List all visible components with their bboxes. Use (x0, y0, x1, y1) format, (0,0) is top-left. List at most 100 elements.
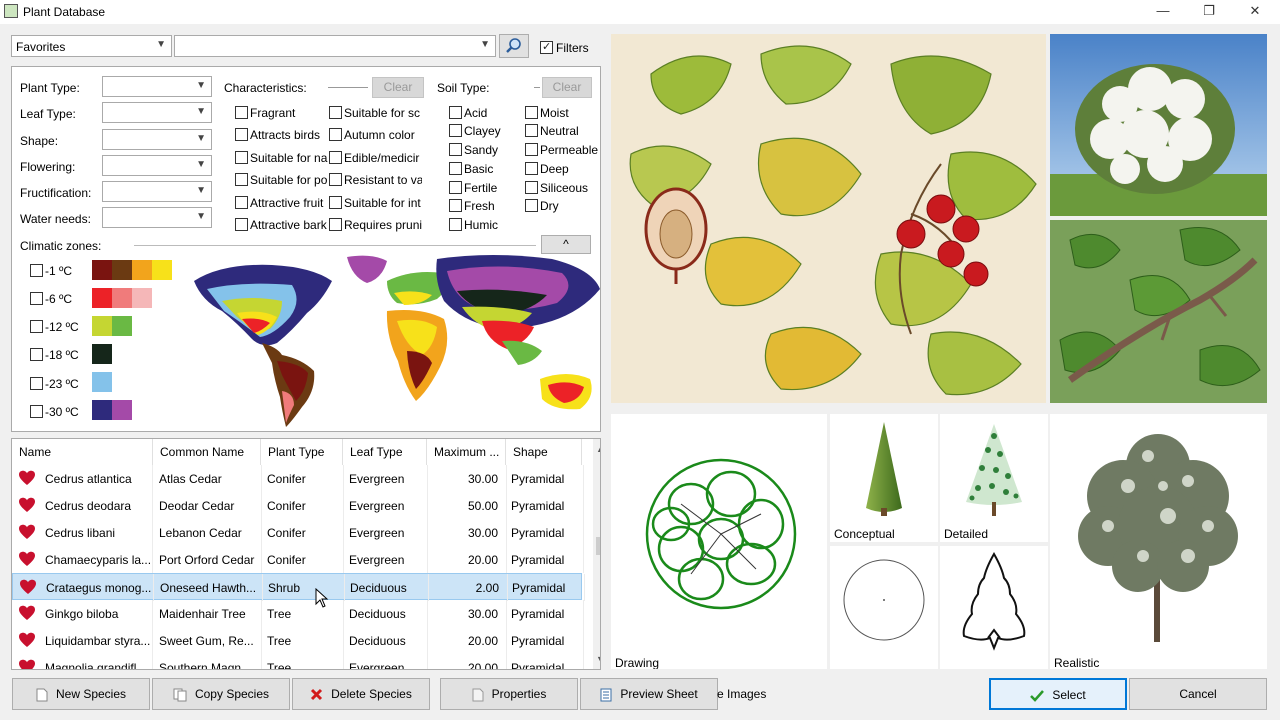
cell-leaf-type: Evergreen (349, 472, 405, 486)
table-row[interactable]: Liquidambar styra... Sweet Gum, Re... Tree… (12, 627, 584, 654)
shape-dropdown[interactable]: ▼ (102, 129, 212, 150)
siliceous-checkbox[interactable] (525, 181, 538, 194)
characteristics-clear-button[interactable]: Clear (372, 77, 424, 98)
table-row[interactable]: Cedrus atlantica Atlas Cedar Conifer Evergr… (12, 465, 584, 492)
column-separator (583, 600, 584, 627)
favorite-heart-icon[interactable] (18, 497, 36, 513)
realistic-caption: Realistic (1054, 656, 1100, 669)
column-header-maximum[interactable]: Maximum ... (427, 439, 506, 465)
fructification-dropdown[interactable]: ▼ (102, 181, 212, 202)
soil-type-label: Soil Type: (437, 81, 490, 95)
table-scrollbar[interactable]: ▲ ▼ (593, 439, 600, 669)
table-row[interactable]: Ginkgo biloba Maidenhair Tree Tree Deciduou… (12, 600, 584, 627)
attractive-fruit-checkbox[interactable] (235, 196, 248, 209)
acid-checkbox[interactable] (449, 106, 462, 119)
column-header-common-name[interactable]: Common Name (153, 439, 261, 465)
detailed-panel[interactable]: Detailed (940, 414, 1048, 542)
table-row[interactable]: Magnolia grandifl... Southern Magn... Tree… (12, 654, 584, 669)
delete-species-button[interactable]: Delete Species (292, 678, 430, 710)
table-row[interactable]: Chamaecyparis la... Port Orford Cedar Coni… (12, 546, 584, 573)
minimize-button[interactable]: — (1140, 0, 1186, 24)
elevation-symbol-panel[interactable] (940, 546, 1048, 669)
scroll-down-icon[interactable]: ▼ (596, 654, 600, 664)
column-header-leaf-type[interactable]: Leaf Type (343, 439, 427, 465)
select-button[interactable]: Select (989, 678, 1127, 710)
copy-icon (173, 688, 187, 702)
attractive-bark-checkbox[interactable] (235, 218, 248, 231)
zone-checkbox-30[interactable] (30, 405, 43, 418)
attracts-birds-checkbox[interactable] (235, 128, 248, 141)
favorite-heart-icon[interactable] (18, 659, 36, 669)
favorites-dropdown[interactable]: Favorites ▼ (11, 35, 172, 57)
scroll-thumb[interactable] (596, 537, 600, 555)
edible-medicinal-checkbox[interactable] (329, 151, 342, 164)
fragrant-checkbox[interactable] (235, 106, 248, 119)
suitable-po-checkbox[interactable] (235, 173, 248, 186)
zone-color-swatch (92, 344, 112, 364)
table-row[interactable]: Crataegus monog... Oneseed Hawth... Shrub D… (12, 573, 585, 601)
drawing-panel[interactable]: Drawing (611, 414, 827, 669)
favorite-heart-icon[interactable] (18, 551, 36, 567)
humic-checkbox[interactable] (449, 218, 462, 231)
soil-clear-button[interactable]: Clear (542, 77, 592, 98)
conceptual-panel[interactable]: Conceptual (830, 414, 938, 542)
sandy-checkbox[interactable] (449, 143, 462, 156)
plan-symbol-panel[interactable] (830, 546, 938, 669)
resistant-checkbox[interactable] (329, 173, 342, 186)
clayey-checkbox[interactable] (449, 124, 462, 137)
copy-species-button[interactable]: Copy Species (152, 678, 290, 710)
column-header-shape[interactable]: Shape (506, 439, 582, 465)
cancel-button[interactable]: Cancel (1129, 678, 1267, 710)
suitable-sc-checkbox[interactable] (329, 106, 342, 119)
table-row[interactable]: Cedrus deodara Deodar Cedar Conifer Evergre… (12, 492, 584, 519)
zone-checkbox-23[interactable] (30, 377, 43, 390)
plant-type-dropdown[interactable]: ▼ (102, 76, 212, 97)
close-button[interactable]: ✕ (1232, 0, 1278, 24)
table-row[interactable]: Cedrus libani Lebanon Cedar Conifer Evergre… (12, 519, 584, 546)
properties-button[interactable]: Properties (440, 678, 578, 710)
filters-checkbox[interactable] (540, 40, 553, 54)
select-label: Select (1052, 688, 1086, 702)
dry-checkbox[interactable] (525, 199, 538, 212)
delete-icon (311, 689, 323, 701)
deep-checkbox[interactable] (525, 162, 538, 175)
plan-circle-symbol (843, 559, 925, 641)
permeable-checkbox[interactable] (525, 143, 538, 156)
search-button[interactable] (499, 34, 529, 58)
suitable-na-checkbox[interactable] (235, 151, 248, 164)
flowering-dropdown[interactable]: ▼ (102, 155, 212, 176)
neutral-checkbox[interactable] (525, 124, 538, 137)
zone-checkbox-12[interactable] (30, 320, 43, 333)
fresh-checkbox[interactable] (449, 199, 462, 212)
branch-photo (1050, 220, 1267, 403)
column-header-plant-type[interactable]: Plant Type (261, 439, 343, 465)
basic-checkbox[interactable] (449, 162, 462, 175)
favorite-heart-icon[interactable] (18, 632, 36, 648)
fertile-checkbox[interactable] (449, 181, 462, 194)
favorite-heart-icon[interactable] (18, 605, 36, 621)
favorite-heart-icon[interactable] (19, 579, 37, 595)
favorite-heart-icon[interactable] (18, 524, 36, 540)
search-input[interactable]: ▼ (174, 35, 496, 57)
realistic-panel[interactable]: Realistic (1050, 414, 1267, 669)
autumn-color-checkbox[interactable] (329, 128, 342, 141)
zone-checkbox-18[interactable] (30, 348, 43, 361)
scroll-up-icon[interactable]: ▲ (596, 444, 600, 454)
zone-checkbox-6[interactable] (30, 292, 43, 305)
favorite-heart-icon[interactable] (18, 470, 36, 486)
zone-checkbox-1[interactable] (30, 264, 43, 277)
column-header-name[interactable]: Name (12, 439, 153, 465)
requires-pruning-checkbox[interactable] (329, 218, 342, 231)
preview-sheet-button[interactable]: Preview Sheet (580, 678, 718, 710)
moist-checkbox[interactable] (525, 106, 538, 119)
cell-plant-type: Conifer (267, 499, 306, 513)
new-species-button[interactable]: New Species (12, 678, 150, 710)
leaf-type-dropdown[interactable]: ▼ (102, 102, 212, 123)
maximize-button[interactable]: ❐ (1186, 0, 1232, 24)
suitable-int-checkbox[interactable] (329, 196, 342, 209)
images-button-label[interactable]: e Images (717, 687, 766, 701)
column-separator (583, 519, 584, 546)
column-separator (261, 492, 262, 519)
water-needs-dropdown[interactable]: ▼ (102, 207, 212, 228)
zone-color-swatch (132, 260, 152, 280)
